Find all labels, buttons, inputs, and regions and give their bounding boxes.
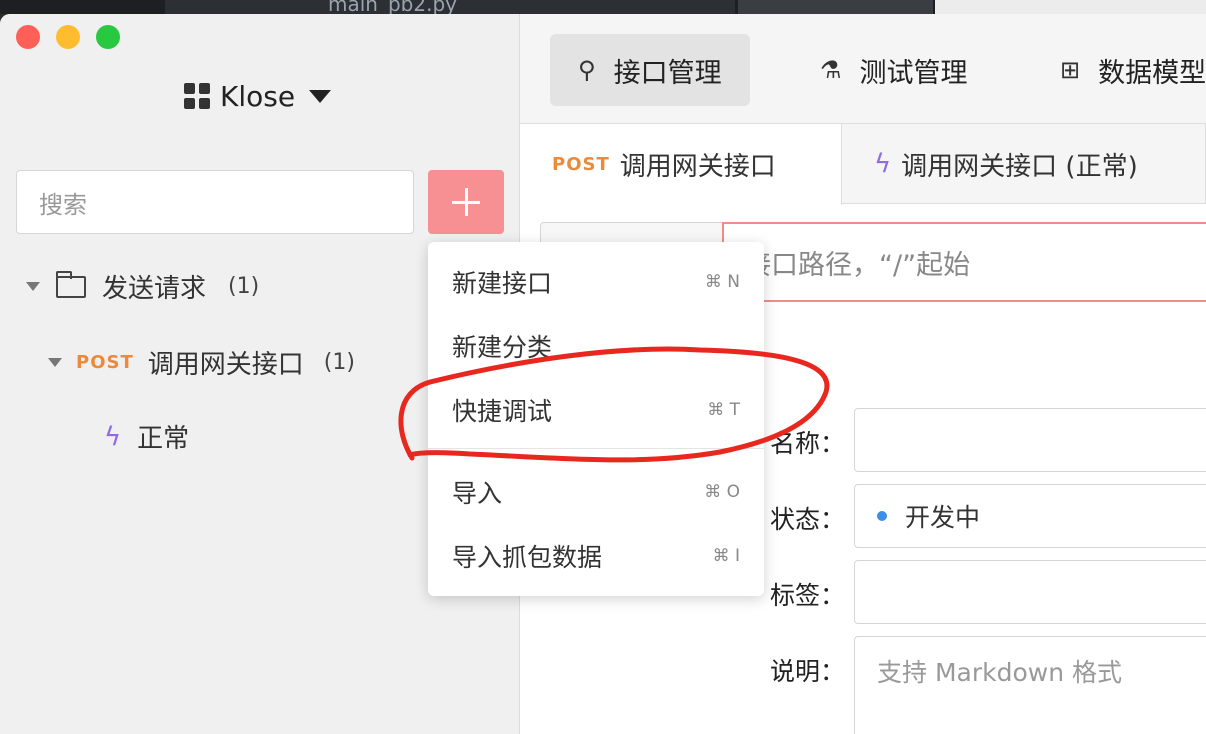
method-badge: POST: [552, 154, 610, 175]
status-select[interactable]: 开发中: [854, 484, 1206, 548]
desc-label: 说明：: [770, 657, 846, 686]
description-placeholder: 支持 Markdown 格式: [877, 658, 1122, 687]
status-dot: [877, 511, 887, 521]
menu-item-new-api[interactable]: 新建接口 ⌘ N: [428, 252, 764, 312]
menu-item-label: 导入: [452, 479, 503, 508]
folder-count: (1): [228, 274, 260, 299]
status-label: 状态：: [770, 505, 846, 534]
lightning-icon: ϟ: [104, 421, 122, 452]
tags-field[interactable]: [854, 560, 1206, 624]
search-input[interactable]: 搜索: [16, 170, 414, 234]
menu-item-new-category[interactable]: 新建分类: [428, 316, 764, 376]
app-window: Klose 搜索 发送请求 (1) POST 调用网关接口 (1) ϟ 正常 ⚲…: [0, 14, 1206, 734]
path-input[interactable]: 接口路径，“/”起始: [722, 222, 1206, 302]
expand-triangle-icon: [26, 282, 40, 291]
tags-label: 标签：: [770, 581, 846, 610]
open-tab-api[interactable]: POST 调用网关接口: [520, 124, 842, 205]
menu-item-label: 新建接口: [452, 269, 553, 298]
lightning-icon: ϟ: [874, 149, 892, 179]
project-switcher[interactable]: Klose: [184, 78, 332, 114]
tab-data-model[interactable]: ⊞ 数据模型: [1032, 34, 1206, 106]
api-label: 调用网关接口: [147, 350, 304, 380]
tab-label: 数据模型: [1098, 57, 1206, 89]
model-icon: ⊞: [1060, 56, 1081, 84]
close-window-button[interactable]: [16, 25, 40, 49]
background-window-strip: main_pb2.py: [0, 0, 1206, 16]
api-count: (1): [323, 350, 355, 375]
tab-label: 接口管理: [613, 57, 722, 89]
plug-icon: ⚲: [578, 56, 596, 84]
add-dropdown-menu: 新建接口 ⌘ N 新建分类 快捷调试 ⌘ T 导入 ⌘ O 导入抓包数据 ⌘ I: [428, 242, 764, 596]
folder-label: 发送请求: [102, 274, 207, 304]
name-field[interactable]: [854, 408, 1206, 472]
background-window-edge: [935, 0, 1206, 14]
menu-item-shortcut: ⌘ N: [704, 272, 740, 292]
status-value: 开发中: [905, 503, 981, 532]
menu-item-shortcut: ⌘ I: [712, 546, 740, 566]
top-nav: ⚲ 接口管理 ⚗ 测试管理 ⊞ 数据模型: [520, 14, 1206, 124]
menu-item-shortcut: ⌘ O: [704, 482, 740, 502]
name-label: 名称：: [770, 429, 846, 458]
open-tab-label: 调用网关接口: [619, 152, 776, 182]
open-tab-case[interactable]: ϟ 调用网关接口 (正常): [842, 124, 1206, 204]
flask-icon: ⚗: [820, 56, 842, 84]
menu-item-import-capture[interactable]: 导入抓包数据 ⌘ I: [428, 526, 764, 586]
menu-divider: [428, 448, 764, 449]
tab-label: 测试管理: [859, 57, 968, 89]
menu-item-shortcut: ⌘ T: [707, 400, 740, 420]
method-badge: POST: [76, 352, 134, 373]
open-tabs-bar: POST 调用网关接口 ϟ 调用网关接口 (正常): [520, 124, 1206, 205]
menu-item-import[interactable]: 导入 ⌘ O: [428, 462, 764, 522]
path-placeholder: 接口路径，“/”起始: [744, 249, 971, 281]
tab-test-management[interactable]: ⚗ 测试管理: [792, 34, 996, 106]
search-placeholder: 搜索: [39, 190, 87, 219]
background-editor-tab-2: [738, 0, 933, 14]
menu-item-label: 导入抓包数据: [452, 543, 603, 572]
tree-folder-row[interactable]: 发送请求 (1): [26, 268, 259, 305]
minimize-window-button[interactable]: [56, 25, 80, 49]
expand-triangle-icon: [48, 358, 62, 367]
grid-icon: [184, 83, 210, 109]
description-field[interactable]: 支持 Markdown 格式: [854, 636, 1206, 734]
project-name: Klose: [220, 79, 296, 113]
folder-open-icon: [56, 270, 86, 298]
menu-item-label: 快捷调试: [452, 397, 553, 426]
case-label: 正常: [137, 424, 190, 454]
open-tab-label: 调用网关接口 (正常): [901, 151, 1138, 182]
tree-api-row[interactable]: POST 调用网关接口 (1): [48, 344, 355, 381]
menu-item-quick-debug[interactable]: 快捷调试 ⌘ T: [428, 380, 764, 440]
menu-item-label: 新建分类: [452, 333, 553, 362]
tab-api-management[interactable]: ⚲ 接口管理: [550, 34, 750, 106]
zoom-window-button[interactable]: [96, 25, 120, 49]
caret-down-icon: [309, 89, 332, 103]
tree-case-row[interactable]: ϟ 正常: [104, 418, 189, 455]
add-button[interactable]: [428, 170, 504, 234]
